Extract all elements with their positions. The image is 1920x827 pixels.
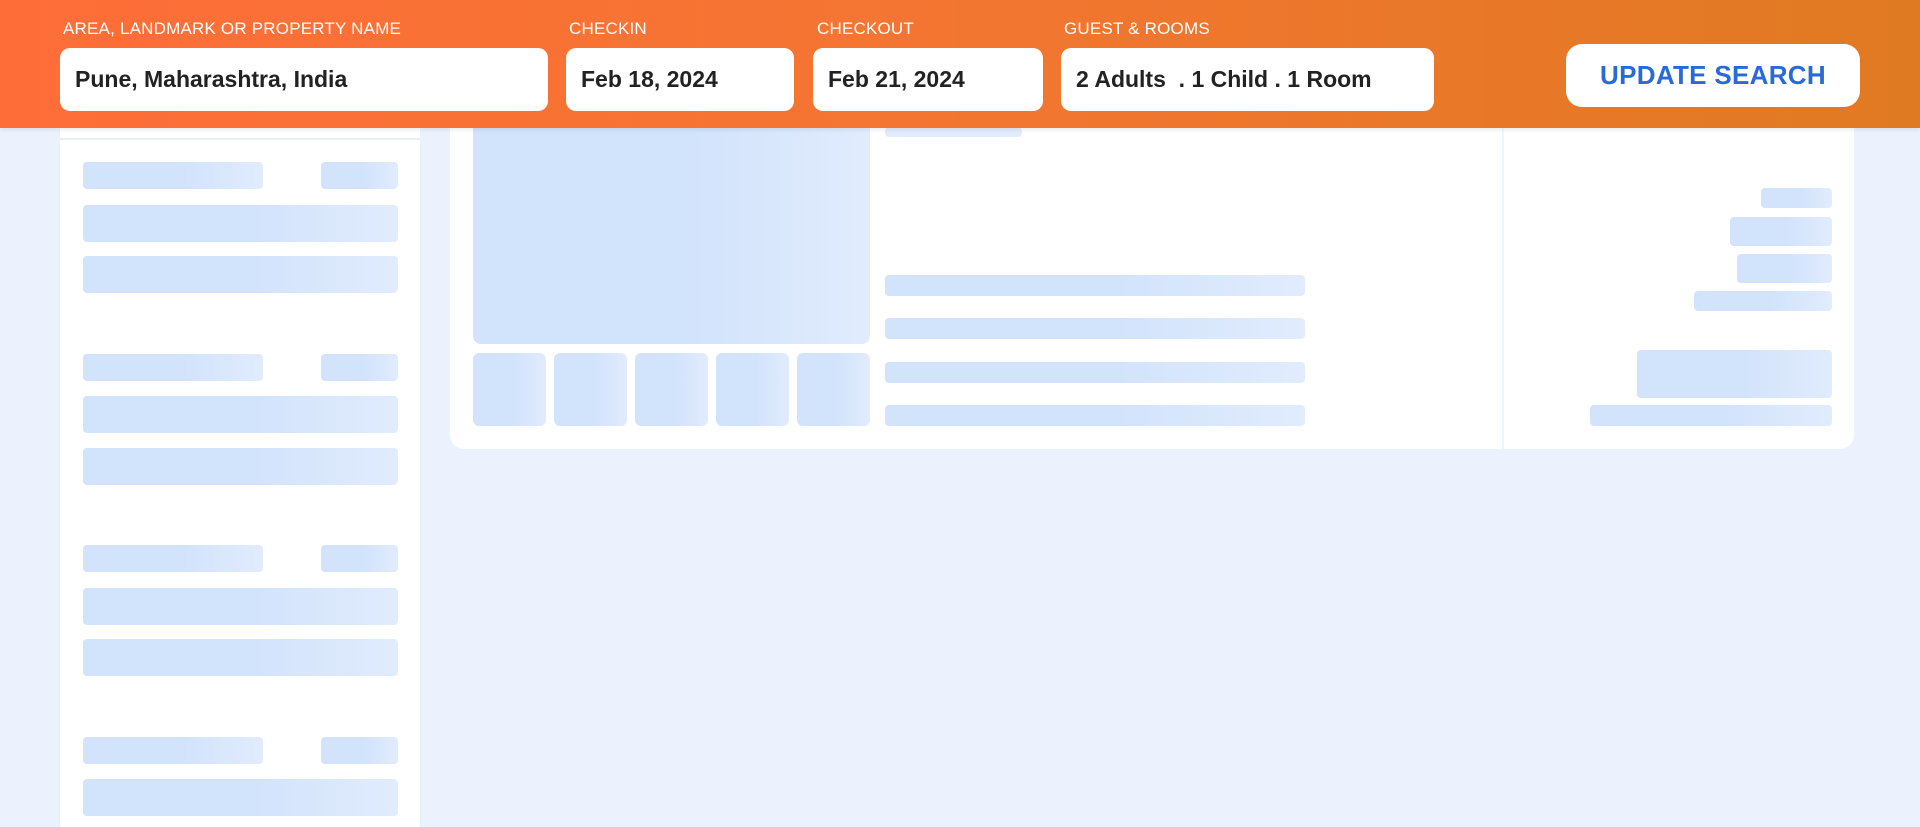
skeleton-thumbnail (473, 353, 546, 426)
skeleton-filter-action (321, 737, 398, 764)
skeleton-filter-action (321, 545, 398, 572)
checkout-date-field[interactable]: Feb 21, 2024 (813, 48, 1043, 111)
skeleton-price-line (1730, 217, 1832, 246)
skeleton-thumbnail (554, 353, 627, 426)
skeleton-text-line (885, 318, 1305, 339)
skeleton-filter-action (321, 354, 398, 381)
skeleton-text-line (885, 127, 1022, 137)
skeleton-text-line (885, 405, 1305, 426)
skeleton-filter-option (83, 639, 398, 676)
skeleton-filter-option (83, 396, 398, 433)
location-input[interactable]: Pune, Maharashtra, India (60, 48, 548, 111)
location-label: AREA, LANDMARK OR PROPERTY NAME (63, 19, 402, 38)
filter-sidebar-skeleton (60, 110, 420, 827)
property-card-skeleton (450, 110, 1854, 449)
skeleton-filter-option (83, 588, 398, 625)
skeleton-price-line (1590, 405, 1832, 426)
update-search-button[interactable]: UPDATE SEARCH (1566, 44, 1860, 107)
guests-rooms-field[interactable]: 2 Adults . 1 Child . 1 Room (1061, 48, 1434, 111)
card-divider (1502, 110, 1504, 449)
skeleton-thumbnail (635, 353, 708, 426)
skeleton-filter-option (83, 779, 398, 816)
skeleton-filter-title (83, 737, 263, 764)
skeleton-filter-option (83, 256, 398, 293)
skeleton-price-line (1761, 188, 1832, 208)
checkin-label: CHECKIN (569, 19, 647, 38)
skeleton-text-line (885, 362, 1305, 383)
skeleton-price-line (1737, 254, 1832, 283)
skeleton-filter-title (83, 162, 263, 189)
skeleton-price-line (1694, 291, 1832, 311)
guests-label: GUEST & ROOMS (1064, 19, 1210, 38)
search-header: AREA, LANDMARK OR PROPERTY NAME Pune, Ma… (0, 0, 1920, 128)
skeleton-filter-option (83, 205, 398, 242)
skeleton-filter-title (83, 354, 263, 381)
skeleton-filter-title (83, 545, 263, 572)
skeleton-filter-option (83, 448, 398, 485)
sidebar-divider (60, 138, 420, 140)
skeleton-filter-action (321, 162, 398, 189)
skeleton-thumbnail (797, 353, 870, 426)
skeleton-thumbnail (716, 353, 789, 426)
skeleton-book-button (1637, 350, 1832, 398)
skeleton-property-image (473, 110, 870, 344)
skeleton-text-line (885, 275, 1305, 296)
checkout-label: CHECKOUT (817, 19, 914, 38)
checkin-date-field[interactable]: Feb 18, 2024 (566, 48, 794, 111)
